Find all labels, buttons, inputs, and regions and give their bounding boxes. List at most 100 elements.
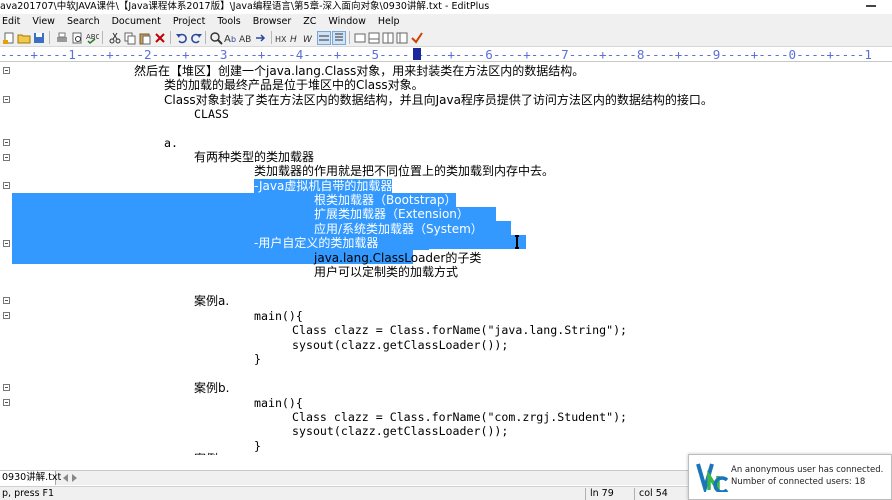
text-cursor-icon (515, 235, 519, 249)
ruler-cursor-marker (413, 48, 421, 60)
toolbar-separator (49, 31, 50, 44)
text-line: 案例b. (194, 381, 230, 395)
svg-text:ABC: ABC (86, 33, 99, 41)
toolbar-separator (271, 31, 272, 44)
status-help-text: p, press F1 (2, 488, 55, 499)
fold-toggle-icon[interactable] (3, 297, 10, 304)
cliptext-icon[interactable] (381, 31, 395, 45)
ruler: ----+----1----+----2----+----3----+----4… (0, 47, 892, 62)
selected-text-line: 根类加载器（Bootstrap） (314, 193, 457, 207)
toolbar-separator (205, 31, 206, 44)
menu-tools[interactable]: Tools (211, 14, 246, 29)
text-line: 有两种类型的类加载器 (194, 150, 315, 164)
print-icon[interactable] (55, 31, 69, 45)
minimize-button[interactable] (856, 0, 886, 12)
word-wrap-icon[interactable]: W (303, 31, 317, 45)
paste-icon[interactable] (138, 31, 152, 45)
fold-toggle-icon[interactable] (3, 182, 10, 189)
text-line: 案例 (194, 452, 218, 455)
menu-document[interactable]: Document (106, 14, 167, 29)
text-line: 然后在【堆区】创建一个java.lang.Class对象，用来封装类在方法区内的… (134, 64, 585, 78)
toolbar: ABC Ab AB HX H W (0, 29, 892, 47)
copy-icon[interactable] (123, 31, 137, 45)
selected-text-line: -用户自定义的类加载器 (254, 236, 379, 250)
ruler-scale: ----+----1----+----2----+----3----+----4… (0, 47, 872, 62)
fold-toggle-icon[interactable] (3, 96, 10, 103)
menu-help[interactable]: Help (372, 14, 406, 29)
code-line: sysout(clazz.getClassLoader()); (292, 338, 509, 352)
undo-icon[interactable] (175, 31, 189, 45)
code-line: } (254, 352, 261, 366)
status-column: col 54 (639, 488, 668, 499)
menu-browser[interactable]: Browser (247, 14, 298, 29)
fold-toggle-icon[interactable] (3, 67, 10, 74)
fold-toggle-icon[interactable] (3, 240, 10, 247)
status-divider (634, 488, 635, 500)
code-line: main(){ (254, 396, 303, 410)
redo-icon[interactable] (189, 31, 203, 45)
fold-toggle-icon[interactable] (3, 139, 10, 146)
print-preview-icon[interactable] (70, 31, 84, 45)
column-select-icon[interactable] (353, 31, 367, 45)
tab-scroll-right-icon[interactable] (70, 473, 78, 483)
status-line: ln 79 (590, 488, 614, 499)
menu-bar: Edit View Search Document Project Tools … (0, 14, 892, 29)
text-line: 类加载器的作用就是把不同位置上的类加载到内存中去。 (254, 164, 555, 178)
menu-edit[interactable]: Edit (0, 14, 26, 29)
editor-area[interactable]: 然后在【堆区】创建一个java.lang.Class对象，用来封装类在方法区内的… (0, 63, 892, 455)
fold-toggle-icon[interactable] (3, 312, 10, 319)
html-toolbar-icon[interactable]: H (290, 31, 304, 45)
replace-icon[interactable]: Ab (224, 31, 238, 45)
directory-window-icon[interactable] (395, 31, 409, 45)
code-line: main(){ (254, 309, 303, 323)
text-line: a. (164, 136, 178, 150)
find-icon[interactable] (209, 31, 223, 45)
open-folder-icon[interactable] (17, 31, 31, 45)
line-number-toggle-icon[interactable] (332, 31, 346, 45)
hex-viewer-icon[interactable]: HX (275, 31, 289, 45)
svg-text:b: b (231, 35, 236, 44)
text-line: java.lang.ClassLoader的子类 (314, 251, 482, 265)
menu-window[interactable]: Window (322, 14, 371, 29)
code-line: Class clazz = Class.forName("java.lang.S… (292, 323, 628, 337)
toolbar-separator (102, 31, 103, 44)
svg-text:HX: HX (275, 35, 287, 44)
code-line: sysout(clazz.getClassLoader()); (292, 424, 509, 438)
code-line: } (254, 439, 261, 453)
vnc-message-line: An anonymous user has connected. (731, 465, 884, 475)
menu-zc[interactable]: ZC (297, 14, 322, 29)
text-line: CLASS (194, 107, 229, 121)
output-window-icon[interactable] (367, 31, 381, 45)
vnc-logo-icon (696, 463, 728, 492)
ruler-toggle-icon[interactable] (317, 31, 331, 45)
fold-toggle-icon[interactable] (3, 384, 10, 391)
spell-check-icon[interactable]: ABC (85, 31, 100, 45)
vnc-message-line: Number of connected users: 18 (731, 477, 866, 487)
cut-icon[interactable] (108, 31, 122, 45)
svg-text:A: A (224, 34, 231, 45)
delete-icon[interactable] (153, 31, 167, 45)
svg-text:H: H (290, 35, 297, 45)
menu-view[interactable]: View (26, 14, 61, 29)
goto-line-icon[interactable] (254, 31, 268, 45)
find-in-files-icon[interactable]: AB (239, 31, 253, 45)
check-icon[interactable] (410, 31, 424, 45)
text-line: 类的加载的最终产品是位于堆区中的Class对象。 (164, 78, 424, 92)
svg-text:AB: AB (239, 35, 251, 45)
toolbar-separator (170, 31, 171, 44)
menu-project[interactable]: Project (167, 14, 212, 29)
text-line: 用户可以定制类的加载方式 (314, 265, 459, 279)
selection-highlight (429, 235, 526, 249)
code-line: Class clazz = Class.forName("com.zrgj.St… (292, 410, 628, 424)
new-file-icon[interactable] (2, 31, 16, 45)
text-line: Class对象封装了类在方法区内的数据结构，并且向Java程序员提供了访问方法区… (164, 93, 713, 107)
tab-scroll-left-icon[interactable] (62, 473, 70, 483)
vnc-notification: An anonymous user has connected. Number … (688, 454, 892, 500)
fold-toggle-icon[interactable] (3, 399, 10, 406)
fold-gutter (0, 63, 12, 455)
selected-text-line: 应用/系统类加载器（System） (314, 222, 483, 236)
menu-search[interactable]: Search (61, 14, 106, 29)
fold-toggle-icon[interactable] (3, 154, 10, 161)
file-tab[interactable]: 0930讲解.txt (0, 471, 61, 485)
save-icon[interactable] (32, 31, 46, 45)
